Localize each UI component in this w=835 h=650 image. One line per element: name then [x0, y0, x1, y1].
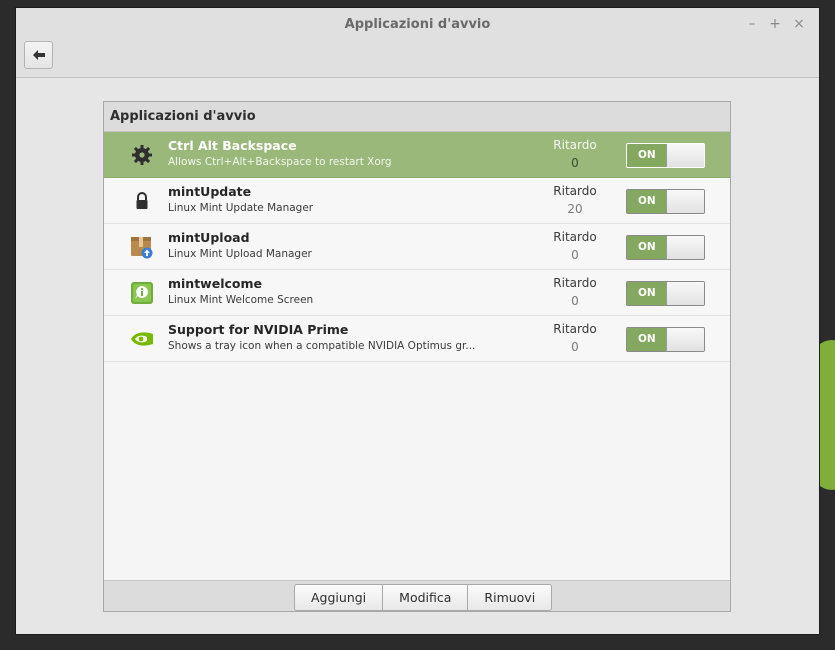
- switch-knob: [666, 144, 704, 167]
- enable-switch[interactable]: ON: [626, 235, 705, 260]
- titlebar: Applicazioni d'avvio – + ×: [16, 8, 819, 78]
- close-button[interactable]: ×: [789, 14, 809, 34]
- maximize-button[interactable]: +: [765, 14, 785, 34]
- app-description: Linux Mint Upload Manager: [168, 248, 312, 260]
- app-description: Linux Mint Update Manager: [168, 202, 314, 214]
- switch-on-label: ON: [627, 282, 666, 305]
- startup-app-row[interactable]: Ctrl Alt Backspace Allows Ctrl+Alt+Backs…: [104, 132, 730, 178]
- switch-knob: [666, 328, 704, 351]
- panel-title: Applicazioni d'avvio: [110, 109, 256, 124]
- panel-toolbar: Aggiungi Modifica Rimuovi: [104, 580, 730, 611]
- switch-knob: [666, 190, 704, 213]
- remove-button[interactable]: Rimuovi: [467, 584, 553, 611]
- startup-app-row[interactable]: mintUpdate Linux Mint Update Manager Rit…: [104, 178, 730, 224]
- delay-label: Ritardo: [553, 230, 597, 244]
- startup-applications-window: Applicazioni d'avvio – + × Applicazioni …: [15, 7, 820, 635]
- app-name: Ctrl Alt Backspace: [168, 138, 297, 153]
- startup-app-row[interactable]: mintUpload Linux Mint Upload Manager Rit…: [104, 224, 730, 270]
- app-name: Support for NVIDIA Prime: [168, 322, 349, 337]
- startup-apps-list: Ctrl Alt Backspace Allows Ctrl+Alt+Backs…: [104, 132, 730, 362]
- enable-switch[interactable]: ON: [626, 189, 705, 214]
- upload-box-icon: [131, 237, 153, 259]
- app-description: Linux Mint Welcome Screen: [168, 294, 314, 306]
- switch-on-label: ON: [627, 190, 666, 213]
- enable-switch[interactable]: ON: [626, 143, 705, 168]
- window-title: Applicazioni d'avvio: [344, 17, 491, 32]
- arrow-left-icon: [33, 50, 45, 60]
- delay-value: 20: [567, 202, 583, 216]
- delay-label: Ritardo: [553, 184, 597, 198]
- add-button[interactable]: Aggiungi: [294, 584, 384, 611]
- nvidia-icon: [131, 332, 153, 346]
- edit-button[interactable]: Modifica: [382, 584, 469, 611]
- delay-value: 0: [571, 340, 579, 354]
- delay-value: 0: [571, 248, 579, 262]
- switch-on-label: ON: [627, 236, 666, 259]
- minimize-button[interactable]: –: [742, 14, 762, 34]
- app-description: Allows Ctrl+Alt+Backspace to restart Xor…: [168, 156, 392, 168]
- switch-knob: [666, 282, 704, 305]
- lock-icon: [136, 192, 148, 209]
- delay-label: Ritardo: [553, 276, 597, 290]
- app-name: mintwelcome: [168, 276, 262, 291]
- startup-app-row[interactable]: mintwelcome Linux Mint Welcome Screen Ri…: [104, 270, 730, 316]
- startup-apps-panel: Applicazioni d'avvio Ctrl Alt Backspace …: [103, 101, 731, 612]
- app-name: mintUpdate: [168, 184, 252, 199]
- delay-label: Ritardo: [553, 138, 597, 152]
- delay-value: 0: [571, 156, 579, 170]
- app-description: Shows a tray icon when a compatible NVID…: [168, 340, 476, 352]
- back-button[interactable]: [24, 41, 53, 69]
- app-name: mintUpload: [168, 230, 250, 245]
- delay-label: Ritardo: [553, 322, 597, 336]
- enable-switch[interactable]: ON: [626, 281, 705, 306]
- panel-header: Applicazioni d'avvio: [104, 102, 730, 132]
- gear-icon: [132, 145, 152, 165]
- welcome-info-icon: [131, 282, 153, 304]
- startup-app-row[interactable]: Support for NVIDIA Prime Shows a tray ic…: [104, 316, 730, 362]
- action-button-group: Aggiungi Modifica Rimuovi: [294, 584, 553, 611]
- switch-on-label: ON: [627, 144, 666, 167]
- delay-value: 0: [571, 294, 579, 308]
- switch-knob: [666, 236, 704, 259]
- enable-switch[interactable]: ON: [626, 327, 705, 352]
- switch-on-label: ON: [627, 328, 666, 351]
